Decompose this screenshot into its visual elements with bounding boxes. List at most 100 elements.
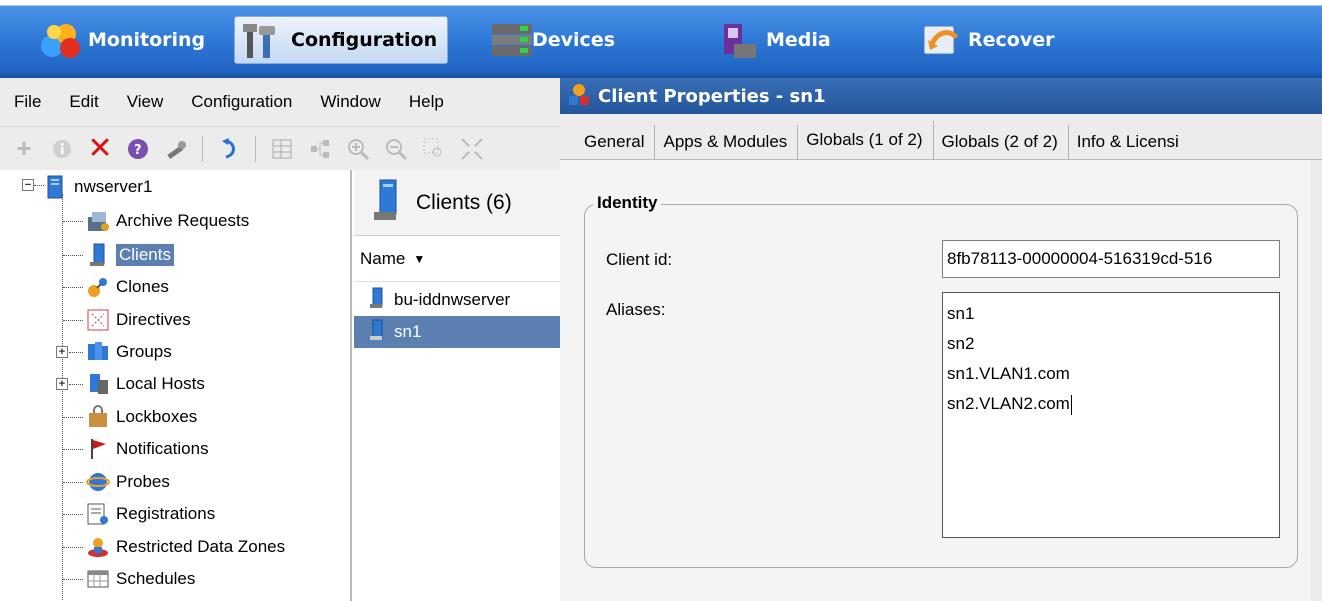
devices-icon [490, 20, 534, 60]
client-row-selected[interactable]: sn1 [354, 316, 560, 348]
tab-info-licensing[interactable]: Info & Licensi [1069, 125, 1189, 159]
aliases-label: Aliases: [606, 300, 666, 319]
table-icon[interactable] [270, 137, 294, 161]
menu-configuration[interactable]: Configuration [191, 92, 292, 112]
clients-panel: Clients (6) Name ▼ bu-iddnwserver sn1 [354, 170, 560, 601]
monitoring-icon [38, 20, 82, 60]
toolbar: + ✕ ? [0, 126, 560, 170]
lockboxes-icon [86, 405, 110, 429]
clients-panel-title: Clients (6) [416, 190, 512, 214]
tree-item-directives[interactable]: Directives [86, 305, 191, 335]
tree-connector [63, 482, 83, 483]
nav-monitoring[interactable]: Monitoring [38, 16, 205, 64]
tab-globals-1[interactable]: Globals (1 of 2) [798, 121, 934, 159]
nav-media[interactable]: Media [716, 16, 831, 64]
alias-line-last: sn2.VLAN2.com [947, 394, 1072, 415]
tree-connector [69, 384, 83, 385]
notifications-icon [86, 437, 110, 461]
tree-item-probes[interactable]: Probes [86, 467, 170, 497]
tree-layout-icon[interactable] [308, 137, 332, 161]
name-column-header[interactable]: Name ▼ [354, 236, 560, 282]
sort-desc-icon: ▼ [413, 251, 426, 266]
tree-item-schedules[interactable]: Schedules [86, 564, 195, 594]
zoom-out-icon[interactable] [384, 137, 408, 161]
tree-item-registrations[interactable]: Registrations [86, 499, 215, 529]
client-icon [368, 287, 386, 314]
refresh-icon[interactable] [217, 137, 241, 161]
toolbar-separator [202, 135, 203, 162]
tree-item-clones[interactable]: Clones [86, 272, 169, 302]
tree-item-local-hosts[interactable]: Local Hosts [86, 369, 205, 399]
tree-connector [63, 417, 83, 418]
top-navigation-bar: Monitoring Configuration Devices Media R… [0, 0, 1322, 78]
tree-connector [63, 547, 83, 548]
add-icon[interactable]: + [12, 133, 36, 163]
tree-connector [63, 514, 83, 515]
recover-icon [918, 20, 962, 60]
name-column-label: Name [360, 248, 406, 268]
client-icon [368, 319, 386, 346]
navigation-tree: − nwserver1 Archive Requests Clients Clo… [0, 170, 352, 601]
nav-recover[interactable]: Recover [918, 16, 1054, 64]
tab-apps-modules[interactable]: Apps & Modules [655, 125, 799, 159]
media-icon [716, 20, 760, 60]
collapse-toggle[interactable]: − [22, 179, 34, 191]
clones-icon [86, 275, 110, 299]
tree-item-restricted-data-zones[interactable]: Restricted Data Zones [86, 532, 285, 562]
tree-item-notifications[interactable]: Notifications [86, 434, 209, 464]
tree-connector [63, 579, 83, 580]
probes-icon [86, 470, 110, 494]
alias-line: sn1 [947, 304, 975, 323]
tree-item-archive-requests[interactable]: Archive Requests [86, 206, 249, 236]
registrations-icon [86, 502, 110, 526]
tab-general[interactable]: General [576, 125, 656, 159]
clients-icon [86, 243, 110, 267]
client-row[interactable]: bu-iddnwserver [354, 284, 560, 316]
alias-line: sn1.VLAN1.com [947, 364, 1070, 383]
aliases-textarea[interactable]: sn1 sn2 sn1.VLAN1.com sn2.VLAN2.com [942, 292, 1280, 538]
delete-icon[interactable]: ✕ [87, 132, 112, 165]
server-icon [44, 175, 68, 199]
menu-help[interactable]: Help [409, 92, 444, 112]
tree-connector [63, 221, 83, 222]
tree-item-clients[interactable]: Clients [86, 240, 174, 270]
nav-media-label: Media [766, 29, 831, 51]
nav-devices[interactable]: Devices [490, 16, 615, 64]
tree-connector [63, 287, 83, 288]
local-hosts-icon [86, 372, 110, 396]
menu-window[interactable]: Window [320, 92, 380, 112]
client-id-field[interactable]: 8fb78113-00000004-516319cd-516 [942, 240, 1280, 278]
tree-root-label: nwserver1 [74, 177, 153, 196]
tree-item-groups[interactable]: Groups [86, 337, 172, 367]
menu-file[interactable]: File [14, 92, 41, 112]
expand-toggle-groups[interactable]: + [56, 346, 68, 358]
tab-globals-2[interactable]: Globals (2 of 2) [934, 125, 1069, 159]
menu-view[interactable]: View [127, 92, 164, 112]
nav-devices-label: Devices [532, 29, 616, 51]
tree-connector [63, 320, 83, 321]
tree-connector [34, 185, 44, 186]
tree-root-nwserver1[interactable]: nwserver1 [44, 172, 152, 202]
dialog-app-icon [566, 81, 592, 112]
svg-text:?: ? [134, 143, 142, 158]
tree-connector [69, 352, 83, 353]
alias-line: sn2 [947, 334, 975, 353]
dialog-title-bar[interactable]: Client Properties - sn1 [560, 78, 1322, 114]
wrench-icon[interactable] [164, 137, 188, 161]
groups-icon [86, 340, 110, 364]
schedules-icon [86, 567, 110, 591]
text-caret [1070, 394, 1072, 415]
tree-item-lockboxes[interactable]: Lockboxes [86, 402, 197, 432]
tree-connector [63, 255, 83, 256]
menu-bar: File Edit View Configuration Window Help [0, 78, 560, 126]
identity-legend: Identity [593, 193, 662, 213]
help-icon[interactable]: ? [126, 137, 150, 161]
zoom-in-icon[interactable] [346, 137, 370, 161]
zoom-select-icon[interactable] [422, 137, 446, 161]
expand-toggle-local-hosts[interactable]: + [56, 378, 68, 390]
menu-edit[interactable]: Edit [69, 92, 98, 112]
tree-connector [63, 449, 83, 450]
fit-icon[interactable] [460, 137, 484, 161]
info-icon[interactable] [50, 137, 74, 161]
nav-configuration[interactable]: Configuration [234, 16, 449, 64]
